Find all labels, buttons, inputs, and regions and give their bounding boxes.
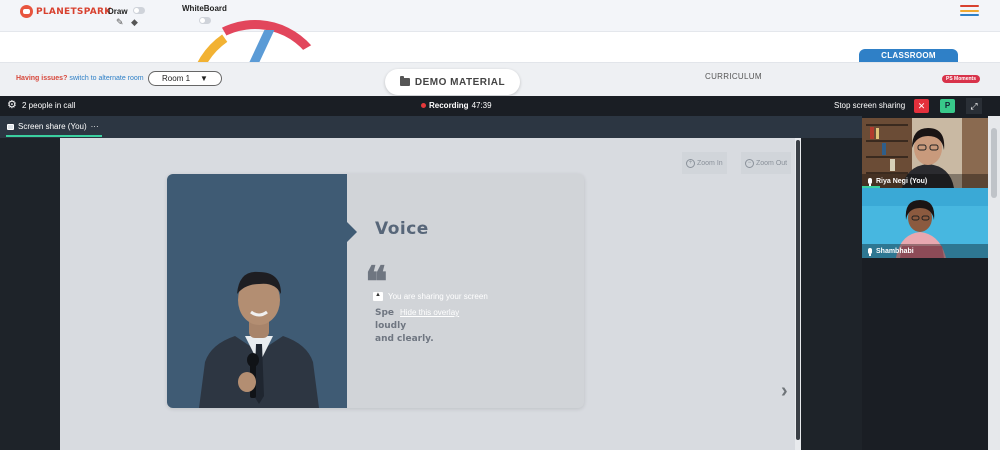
tab-screen-share[interactable]: Screen share (You) ···: [7, 122, 99, 131]
demo-material-label: DEMO MATERIAL: [414, 76, 506, 88]
slide-text-start: Spe: [375, 308, 395, 318]
ps-moments-label: PS Moments: [946, 76, 977, 82]
whiteboard-label: WhiteBoard: [182, 4, 227, 13]
shared-screen-scrollbar[interactable]: [795, 138, 801, 450]
recording-label: Recording: [429, 101, 469, 110]
page-scrollbar[interactable]: [988, 116, 1000, 450]
participant-name: Shambhabi: [876, 247, 914, 255]
people-count: 2 people in call: [22, 101, 76, 110]
recording-indicator: Recording 47:39: [421, 101, 492, 110]
hamburger-menu-icon[interactable]: [960, 5, 979, 16]
presentation-slide: Voice ❝ Speloudly and clearly.: [167, 174, 584, 408]
logo-text: PLANETSPARK: [36, 6, 112, 17]
issues-text: Having issues? switch to alternate room: [16, 75, 144, 82]
ps-moments-badge[interactable]: PS Moments: [942, 75, 981, 83]
whiteboard-toggle[interactable]: [199, 17, 211, 24]
participant-label-riya: Riya Negi (You): [862, 174, 988, 188]
call-tab-bar: Screen share (You) ···: [0, 116, 862, 138]
speaker-photo: [199, 271, 319, 408]
zoom-in-label: Zoom In: [697, 159, 723, 167]
participant-name: Riya Negi (You): [876, 177, 928, 185]
participant-label-shambhabi: Shambhabi: [862, 244, 988, 258]
room-bar: Having issues? switch to alternate room …: [0, 62, 1000, 96]
zoom-in-icon: +: [686, 158, 695, 168]
room-select-value: Room 1: [162, 74, 191, 83]
zoom-out-button[interactable]: − Zoom Out: [741, 152, 792, 174]
participant-p-button[interactable]: P: [940, 99, 955, 113]
zoom-out-label: Zoom Out: [756, 159, 788, 167]
sharing-overlay-label: You are sharing your screen: [388, 292, 488, 301]
recording-dot-icon: [421, 103, 426, 108]
screen-share-icon: [7, 123, 14, 130]
tab-curriculum[interactable]: CURRICULUM: [705, 72, 762, 81]
expand-icon[interactable]: ⤢: [966, 98, 982, 114]
slide-text-line2: and clearly.: [375, 334, 434, 344]
call-header: ⚙ 2 people in call Recording 47:39 Stop …: [0, 96, 1000, 116]
top-app-bar: PLANETSPARK Draw ✎ ◆ WhiteBoard: [0, 0, 1000, 32]
mic-icon: [868, 248, 872, 256]
gear-icon[interactable]: ⚙: [7, 100, 17, 111]
share-screen-icon: [373, 292, 383, 301]
pencil-icon[interactable]: ✎: [116, 17, 124, 28]
stop-screen-sharing-label: Stop screen sharing: [834, 101, 906, 110]
draw-label: Draw: [108, 7, 128, 16]
tab-screen-share-label: Screen share (You): [18, 122, 87, 131]
caret-down-icon: ▼: [200, 74, 208, 83]
mic-icon: [868, 178, 872, 186]
next-slide-chevron-icon[interactable]: ›: [781, 380, 788, 403]
active-tab-indicator: [6, 135, 102, 137]
switch-room-link[interactable]: switch to alternate room: [69, 75, 143, 82]
hide-overlay-link[interactable]: Hide this overlay: [400, 308, 459, 317]
tab-classroom[interactable]: CLASSROOM: [859, 49, 958, 66]
draw-toggle[interactable]: [133, 7, 145, 14]
slide-arrow-decoration: [347, 222, 357, 242]
demo-material-button[interactable]: DEMO MATERIAL: [385, 69, 520, 95]
zoom-in-button[interactable]: + Zoom In: [682, 152, 727, 174]
planetspark-logo[interactable]: PLANETSPARK: [20, 5, 112, 18]
logo-icon: [20, 5, 33, 18]
having-issues-label: Having issues?: [16, 75, 68, 82]
slide-title: Voice: [375, 219, 429, 239]
more-options-icon[interactable]: ···: [91, 122, 99, 131]
zoom-out-icon: −: [745, 158, 754, 168]
eraser-icon[interactable]: ◆: [131, 17, 138, 28]
folder-icon: [399, 76, 410, 86]
room-select[interactable]: Room 1 ▼: [148, 71, 222, 86]
slide-photo-panel: [167, 174, 347, 408]
stop-sharing-button[interactable]: ✕: [914, 99, 929, 113]
recording-time: 47:39: [471, 101, 492, 110]
sharing-overlay-message: You are sharing your screen: [373, 292, 488, 301]
slide-text-end: loudly: [375, 321, 407, 331]
participant-tile-shambhabi[interactable]: Shambhabi: [862, 188, 988, 258]
participant-tile-riya[interactable]: Riya Negi (You): [862, 118, 988, 188]
